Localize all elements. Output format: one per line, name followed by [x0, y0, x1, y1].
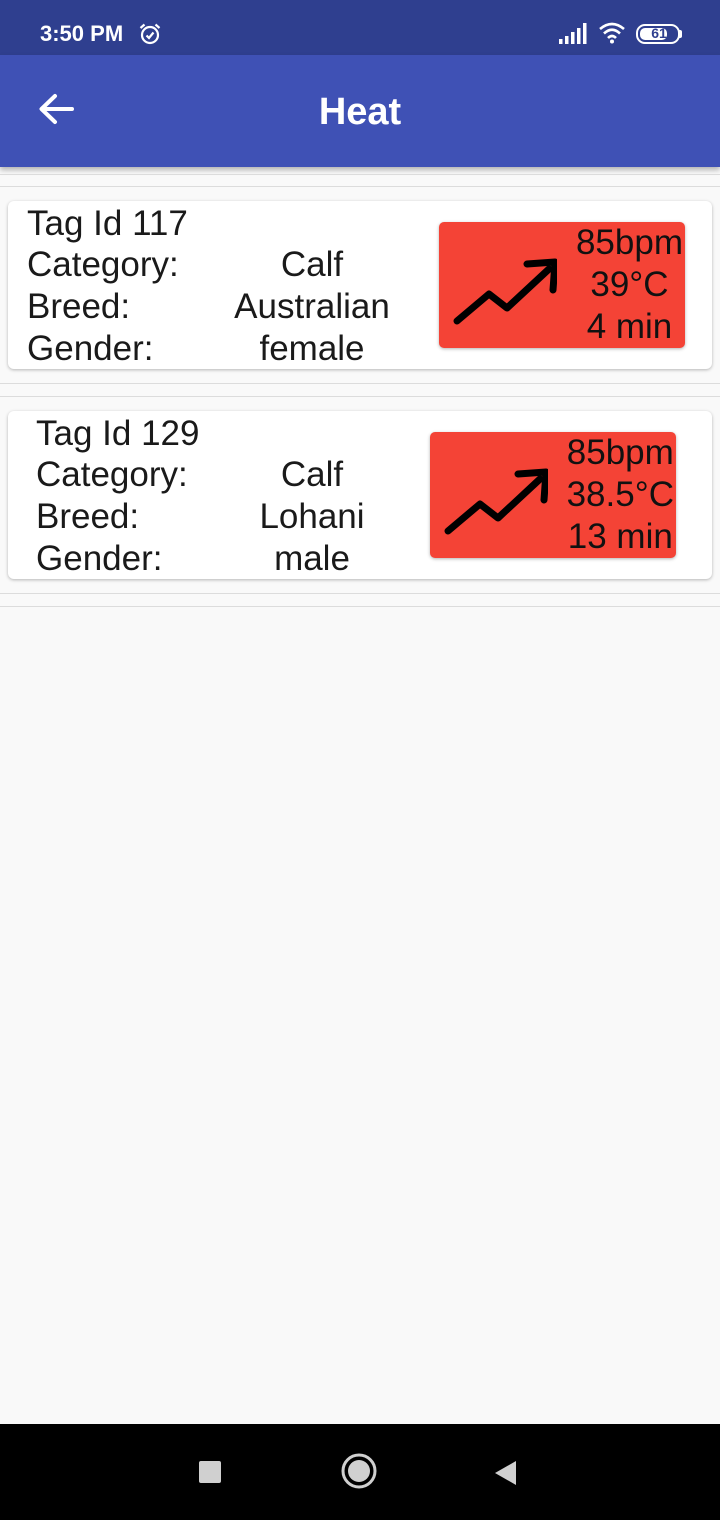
gender-label: Gender: [36, 539, 163, 578]
recents-square-icon[interactable] [199, 1461, 221, 1483]
breed-label: Breed: [36, 497, 140, 536]
animal-card[interactable]: Tag Id 129 Category: Calf Breed: Lohani … [8, 411, 712, 579]
tag-id: Tag Id 129 [36, 414, 200, 453]
alarm-icon [139, 23, 161, 45]
divider [0, 186, 720, 187]
breed-value: Lohani [259, 497, 365, 536]
duration: 13 min [567, 517, 673, 556]
breed-value: Australian [234, 287, 390, 326]
gender-value: female [259, 329, 365, 368]
back-triangle-icon[interactable] [494, 1460, 518, 1486]
temperature: 38.5°C [566, 475, 674, 514]
divider [0, 606, 720, 607]
category-value: Calf [280, 455, 344, 494]
gender-label: Gender: [27, 329, 154, 368]
trending-up-icon [453, 258, 557, 325]
category-label: Category: [36, 455, 188, 494]
tag-id: Tag Id 117 [27, 204, 188, 243]
heart-rate: 85bpm [566, 433, 674, 472]
trending-up-icon [444, 468, 548, 535]
heat-alert-badge: 85bpm 39°C 4 min [439, 222, 685, 348]
page-title: Heat [318, 91, 402, 133]
signal-icon [559, 23, 587, 44]
status-time: 3:50 PM [40, 21, 124, 46]
battery-level-text: 61 [651, 25, 667, 41]
breed-label: Breed: [27, 287, 131, 326]
app-bar: Heat [0, 55, 720, 167]
temperature: 39°C [590, 265, 669, 304]
home-circle-icon[interactable] [340, 1452, 378, 1490]
category-label: Category: [27, 245, 179, 284]
divider [0, 174, 720, 175]
divider [0, 593, 720, 594]
category-value: Calf [280, 245, 344, 284]
battery-icon: 61 [636, 24, 682, 44]
wifi-icon [599, 22, 625, 44]
status-bar: 3:50 PM 61 [0, 0, 720, 55]
heat-alert-badge: 85bpm 38.5°C 13 min [430, 432, 676, 558]
animal-card[interactable]: Tag Id 117 Category: Calf Breed: Austral… [8, 201, 712, 369]
divider [0, 383, 720, 384]
duration: 4 min [586, 307, 673, 346]
divider [0, 396, 720, 397]
heart-rate: 85bpm [575, 223, 683, 262]
gender-value: male [274, 539, 350, 578]
system-nav-bar [0, 1424, 720, 1520]
